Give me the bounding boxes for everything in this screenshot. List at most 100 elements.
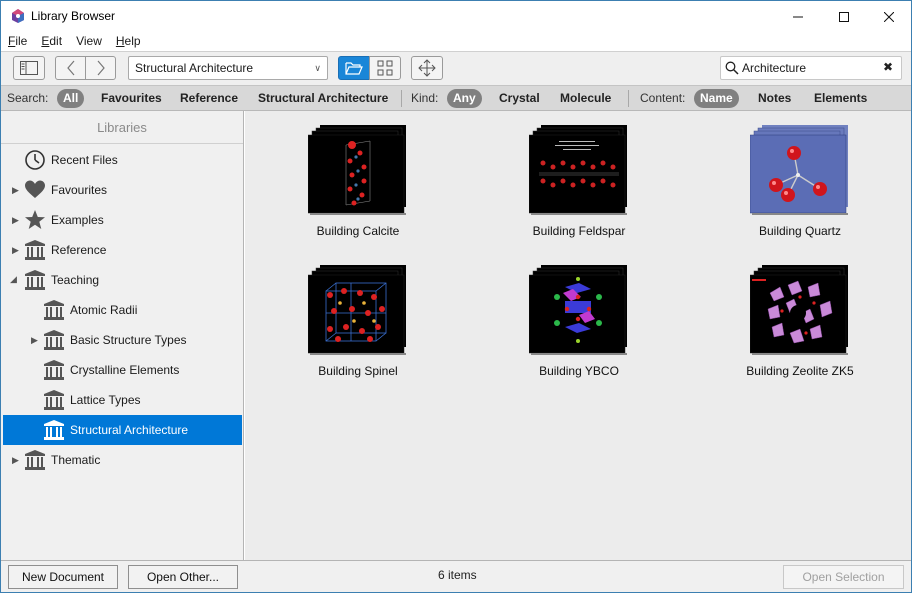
minimize-button[interactable] xyxy=(775,1,821,32)
expand-arrow-icon[interactable]: ▶ xyxy=(12,215,19,226)
sidebar-icon xyxy=(20,61,38,75)
forward-button[interactable] xyxy=(85,56,116,80)
expand-arrow-icon[interactable]: ▶ xyxy=(12,185,19,196)
open-selection-button[interactable]: Open Selection xyxy=(783,565,904,589)
document-item[interactable]: Building Zeolite ZK5 xyxy=(723,259,873,389)
item-count: 6 items xyxy=(438,568,477,582)
open-other-button[interactable]: Open Other... xyxy=(128,565,238,589)
search-icon xyxy=(725,61,739,75)
calcite-thumbnail-icon xyxy=(308,125,406,215)
library-icon xyxy=(44,390,64,410)
ybco-thumbnail-icon xyxy=(529,265,627,355)
collapse-arrow-icon[interactable]: ◢ xyxy=(10,274,17,285)
document-item[interactable]: Building Spinel xyxy=(281,259,431,389)
menu-file[interactable]: File xyxy=(1,32,34,51)
document-label: Building YBCO xyxy=(539,364,619,378)
sidebar-item-atomic-radii[interactable]: Atomic Radii xyxy=(3,295,242,325)
move-button[interactable] xyxy=(411,56,443,80)
menu-file-label: ile xyxy=(15,34,28,48)
library-select[interactable]: Structural Architecture ∨ xyxy=(128,56,328,80)
sidebar-item-teaching[interactable]: ◢ Teaching xyxy=(3,265,242,295)
sidebar-item-label: Reference xyxy=(51,243,107,257)
filter-search-favourites[interactable]: Favourites xyxy=(95,89,168,108)
library-icon xyxy=(44,330,64,350)
sidebar-item-crystalline-elements[interactable]: Crystalline Elements xyxy=(3,355,242,385)
app-logo-icon xyxy=(12,9,24,23)
filter-kind-any[interactable]: Any xyxy=(447,89,482,108)
sidebar-item-label: Lattice Types xyxy=(70,393,141,407)
minimize-icon xyxy=(793,16,803,17)
sidebar-item-basic-structure-types[interactable]: ▶ Basic Structure Types xyxy=(3,325,242,355)
menu-view-label: iew xyxy=(83,34,102,48)
menu-view-accel: V xyxy=(76,34,84,48)
expand-arrow-icon[interactable]: ▶ xyxy=(12,245,19,256)
search-scope-label: Search: xyxy=(7,91,49,105)
sidebar-item-structural-architecture[interactable]: Structural Architecture xyxy=(3,415,242,445)
library-browser-window: Library Browser File Edit View Help Stru… xyxy=(0,0,912,593)
title-bar: Library Browser xyxy=(1,1,911,32)
menu-edit[interactable]: Edit xyxy=(34,32,69,51)
menu-help-accel: H xyxy=(115,34,125,48)
filter-kind-crystal[interactable]: Crystal xyxy=(493,89,546,108)
library-select-value: Structural Architecture xyxy=(135,61,254,75)
sidebar-item-reference[interactable]: ▶ Reference xyxy=(3,235,242,265)
sidebar-item-thematic[interactable]: ▶ Thematic xyxy=(3,445,242,475)
close-button[interactable] xyxy=(866,1,911,32)
sidebar-item-favourites[interactable]: ▶ Favourites xyxy=(3,175,242,205)
sidebar-item-label: Teaching xyxy=(51,273,100,287)
heart-icon xyxy=(25,180,45,198)
grid-icon xyxy=(377,60,393,76)
filter-content-elements[interactable]: Elements xyxy=(808,89,873,108)
sidebar-item-label: Recent Files xyxy=(51,153,118,167)
library-icon xyxy=(25,240,45,260)
filter-search-all[interactable]: All xyxy=(57,89,85,108)
menu-help[interactable]: Help xyxy=(109,32,148,51)
filter-content-notes[interactable]: Notes xyxy=(752,89,797,108)
folder-open-icon xyxy=(345,62,363,75)
filter-search-reference[interactable]: Reference xyxy=(174,89,244,108)
quartz-thumbnail-icon xyxy=(750,125,848,215)
expand-arrow-icon[interactable]: ▶ xyxy=(31,335,38,346)
folder-view-button[interactable] xyxy=(338,56,370,80)
back-button[interactable] xyxy=(55,56,86,80)
feldspar-thumbnail-icon xyxy=(529,125,627,215)
document-item[interactable]: Building Feldspar xyxy=(502,119,652,249)
document-item[interactable]: Building Calcite xyxy=(281,119,431,249)
sidebar-item-label: Atomic Radii xyxy=(70,303,138,317)
menu-help-label: elp xyxy=(124,34,141,48)
filter-divider xyxy=(401,90,402,107)
sidebar-item-lattice-types[interactable]: Lattice Types xyxy=(3,385,242,415)
document-label: Building Zeolite ZK5 xyxy=(746,364,854,378)
document-item[interactable]: Building YBCO xyxy=(502,259,652,389)
chevron-right-icon xyxy=(97,60,105,76)
library-icon xyxy=(44,360,64,380)
maximize-button[interactable] xyxy=(821,1,867,32)
star-icon xyxy=(25,210,45,229)
sidebar-item-label: Favourites xyxy=(51,183,108,197)
grid-view-button[interactable] xyxy=(369,56,401,80)
sidebar-item-label: Structural Architecture xyxy=(70,423,189,437)
filter-search-structural-architecture[interactable]: Structural Architecture xyxy=(252,89,394,108)
library-icon xyxy=(44,300,64,320)
search-input[interactable]: Architecture ✖ xyxy=(720,56,902,80)
filter-divider xyxy=(628,90,629,107)
sidebar-item-label: Crystalline Elements xyxy=(70,363,180,377)
chevron-left-icon xyxy=(66,60,74,76)
clear-search-icon[interactable]: ✖ xyxy=(883,60,893,74)
filter-kind-molecule[interactable]: Molecule xyxy=(554,89,617,108)
menu-view[interactable]: View xyxy=(69,32,109,51)
maximize-icon xyxy=(839,11,849,22)
close-icon xyxy=(884,11,894,22)
content-label: Content: xyxy=(640,91,686,105)
toggle-sidebar-button[interactable] xyxy=(13,56,45,80)
new-document-button[interactable]: New Document xyxy=(8,565,118,589)
sidebar-item-label: Thematic xyxy=(51,453,101,467)
document-item[interactable]: Building Quartz xyxy=(723,119,873,249)
document-label: Building Spinel xyxy=(318,364,398,378)
window-title: Library Browser xyxy=(31,9,116,23)
document-label: Building Calcite xyxy=(316,224,400,238)
sidebar-item-recent-files[interactable]: Recent Files xyxy=(3,145,242,175)
sidebar-item-examples[interactable]: ▶ Examples xyxy=(3,205,242,235)
filter-content-name[interactable]: Name xyxy=(694,89,739,108)
expand-arrow-icon[interactable]: ▶ xyxy=(12,455,19,466)
